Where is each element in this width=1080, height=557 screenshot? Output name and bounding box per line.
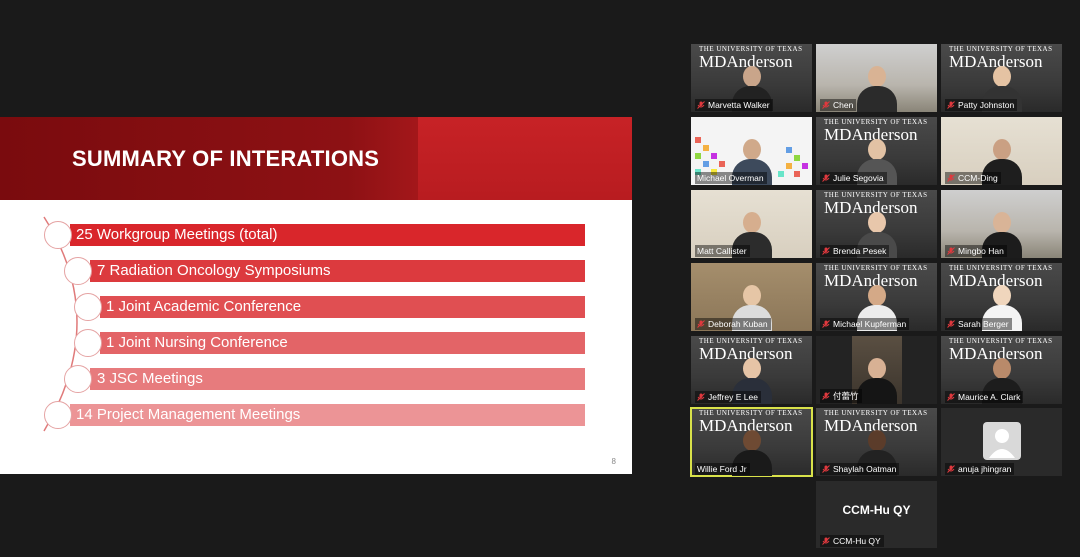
participant-name: Brenda Pesek: [820, 245, 890, 257]
participant-tile[interactable]: THE UNIVERSITY OF TEXAS MDAnderson Brenda…: [816, 190, 937, 258]
participant-name: Maurice A. Clark: [945, 391, 1024, 403]
slide-item-3: 1 Joint Academic Conference: [100, 296, 585, 318]
participant-name: Marvetta Walker: [695, 99, 773, 111]
participant-tile[interactable]: THE UNIVERSITY OF TEXAS MDAnderson Julie …: [816, 117, 937, 185]
participant-video: [856, 358, 897, 404]
participant-tile[interactable]: Mingbo Han: [941, 190, 1062, 258]
mic-muted-icon: [822, 536, 830, 545]
participant-tile[interactable]: Deborah Kuban: [691, 263, 812, 331]
participant-tile[interactable]: THE UNIVERSITY OF TEXAS MDAnderson Marvet…: [691, 44, 812, 112]
participant-name: Chen: [820, 99, 857, 111]
slide-item-5: 3 JSC Meetings: [90, 368, 585, 390]
mic-muted-icon: [697, 319, 705, 328]
mic-muted-icon: [947, 319, 955, 328]
participant-name: Willie Ford Jr: [695, 463, 750, 475]
participant-name: Patty Johnston: [945, 99, 1018, 111]
participant-tile[interactable]: THE UNIVERSITY OF TEXAS MDAnderson Michae…: [816, 263, 937, 331]
slide-item-label: 3 JSC Meetings: [97, 370, 203, 387]
participant-tile[interactable]: THE UNIVERSITY OF TEXAS MDAnderson Sarah …: [941, 263, 1062, 331]
slide-item-label: 14 Project Management Meetings: [76, 406, 301, 423]
mic-muted-icon: [822, 173, 830, 182]
mic-muted-icon: [822, 391, 830, 400]
participant-name: Julie Segovia: [820, 172, 887, 184]
mic-muted-icon: [822, 319, 830, 328]
participant-tile[interactable]: Matt Callister: [691, 190, 812, 258]
mic-muted-icon: [947, 392, 955, 401]
participant-name: anuja jhingran: [945, 463, 1015, 475]
slide-item-1: 25 Workgroup Meetings (total): [70, 224, 585, 246]
mic-muted-icon: [822, 246, 830, 255]
participant-tile[interactable]: THE UNIVERSITY OF TEXAS MDAnderson Patty …: [941, 44, 1062, 112]
mic-muted-icon: [822, 100, 830, 109]
bullet-circle: [44, 221, 72, 249]
participant-name: Michael Overman: [695, 172, 767, 184]
bullet-circle: [64, 257, 92, 285]
participant-name: Mingbo Han: [945, 245, 1007, 257]
participant-name: Matt Callister: [695, 245, 750, 257]
participant-name: Jeffrey E Lee: [695, 391, 761, 403]
slide-item-label: 1 Joint Academic Conference: [106, 298, 302, 315]
shared-slide: SUMMARY OF INTERATIONS 25 Workgroup Meet…: [0, 117, 632, 474]
slide-item-4: 1 Joint Nursing Conference: [100, 332, 585, 354]
participant-name: Sarah Berger: [945, 318, 1012, 330]
participant-name: Michael Kupferman: [820, 318, 910, 330]
participant-video: [856, 66, 897, 112]
slide-item-label: 25 Workgroup Meetings (total): [76, 226, 278, 243]
participant-display-name: CCM-Hu QY: [842, 503, 911, 517]
slide-item-6: 14 Project Management Meetings: [70, 404, 585, 426]
participant-tile[interactable]: Chen: [816, 44, 937, 112]
mic-muted-icon: [822, 464, 830, 473]
bullet-circle: [64, 365, 92, 393]
participant-name: 付蕾竹: [820, 389, 862, 403]
participant-tile[interactable]: Michael Overman: [691, 117, 812, 185]
participant-name: Deborah Kuban: [695, 318, 771, 330]
participant-name: Shaylah Oatman: [820, 463, 900, 475]
participant-name: CCM-Hu QY: [820, 535, 884, 547]
user-avatar-icon: [989, 429, 1015, 458]
participant-tile[interactable]: THE UNIVERSITY OF TEXAS MDAnderson Shayla…: [816, 408, 937, 476]
mic-muted-icon: [697, 100, 705, 109]
mic-muted-icon: [947, 464, 955, 473]
participant-name: CCM-Ding: [945, 172, 1001, 184]
participant-tile-active-speaker[interactable]: THE UNIVERSITY OF TEXAS MDAnderson Willie…: [690, 407, 813, 477]
mic-muted-icon: [947, 246, 955, 255]
participant-tile[interactable]: 付蕾竹: [816, 336, 937, 404]
participant-tile[interactable]: THE UNIVERSITY OF TEXAS MDAnderson Jeffre…: [691, 336, 812, 404]
slide-item-2: 7 Radiation Oncology Symposiums: [90, 260, 585, 282]
mic-muted-icon: [947, 173, 955, 182]
bullet-circle: [44, 401, 72, 429]
mic-muted-icon: [697, 392, 705, 401]
slide-page-number: 8: [611, 457, 616, 466]
slide-item-label: 1 Joint Nursing Conference: [106, 334, 288, 351]
bullet-circle: [74, 329, 102, 357]
participant-tile[interactable]: anuja jhingran: [941, 408, 1062, 476]
participant-tile[interactable]: CCM-Ding: [941, 117, 1062, 185]
avatar: [983, 422, 1021, 460]
participant-tile[interactable]: CCM-Hu QY CCM-Hu QY: [816, 481, 937, 548]
mic-muted-icon: [947, 100, 955, 109]
slide-item-label: 7 Radiation Oncology Symposiums: [97, 262, 331, 279]
bullet-circle: [74, 293, 102, 321]
slide-title: SUMMARY OF INTERATIONS: [72, 146, 380, 171]
participant-tile[interactable]: THE UNIVERSITY OF TEXAS MDAnderson Mauric…: [941, 336, 1062, 404]
